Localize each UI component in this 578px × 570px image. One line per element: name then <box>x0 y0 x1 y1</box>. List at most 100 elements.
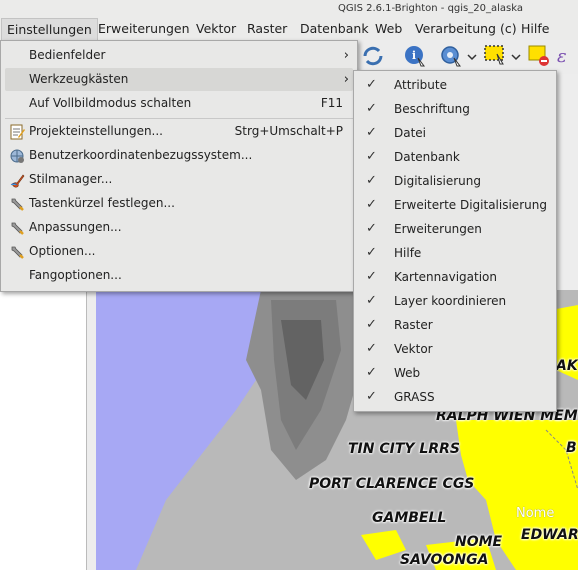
window-title: QGIS 2.6.1-Brighton - qgis_20_alaska <box>338 3 523 14</box>
checkmark-icon: ✓ <box>366 293 377 308</box>
menu-item-stilmanager[interactable]: Stilmanager... <box>5 168 353 191</box>
menu-item-optionen[interactable]: Optionen... <box>5 240 353 263</box>
map-label-tin-city: TIN CITY LRRS <box>348 441 460 457</box>
select-features-icon[interactable] <box>483 44 507 68</box>
menu-item-label: Stilmanager... <box>29 172 113 186</box>
menu-item-label: Fangoptionen... <box>29 268 122 282</box>
map-label-nome: NOME <box>455 534 503 550</box>
checkmark-icon: ✓ <box>366 173 377 188</box>
toolbox-item-label: Erweiterte Digitalisierung <box>394 198 547 212</box>
checkmark-icon: ✓ <box>366 389 377 404</box>
refresh-icon[interactable] <box>361 44 385 68</box>
toolbox-item-label: Attribute <box>394 78 447 92</box>
toolbox-item-attribute[interactable]: ✓ Attribute <box>358 73 552 97</box>
crs-globe-icon <box>10 149 24 163</box>
checkmark-icon: ✓ <box>366 365 377 380</box>
menu-item-anpassungen[interactable]: Anpassungen... <box>5 216 353 239</box>
toolbox-item-label: Datei <box>394 126 427 140</box>
map-label-b: B <box>566 440 577 456</box>
toolbox-item-hilfe[interactable]: ✓ Hilfe <box>358 241 552 265</box>
menu-erweiterungen[interactable]: Erweiterungen <box>93 18 195 40</box>
menu-vektor[interactable]: Vektor <box>191 18 241 40</box>
toolbox-item-label: GRASS <box>394 390 435 404</box>
toolbox-item-vektor[interactable]: ✓ Vektor <box>358 337 552 361</box>
menu-item-fangoptionen[interactable]: Fangoptionen... <box>5 264 353 287</box>
toolbox-item-kartennavigation[interactable]: ✓ Kartennavigation <box>358 265 552 289</box>
toolbox-item-raster[interactable]: ✓ Raster <box>358 313 552 337</box>
menu-item-label: Tastenkürzel festlegen... <box>29 196 175 210</box>
menu-datenbank[interactable]: Datenbank <box>295 18 374 40</box>
submenu-arrow-icon: › <box>343 72 349 87</box>
toolbox-item-label: Hilfe <box>394 246 422 260</box>
menu-item-label: Auf Vollbildmodus schalten <box>29 96 192 110</box>
map-label-savoonga: SAVOONGA <box>400 552 489 568</box>
map-label-gambell: GAMBELL <box>372 510 447 526</box>
checkmark-icon: ✓ <box>366 77 377 92</box>
menu-item-label: Projekteinstellungen... <box>29 124 163 138</box>
svg-text:ε: ε <box>557 46 567 67</box>
menu-item-fullscreen[interactable]: Auf Vollbildmodus schalten F11 <box>5 92 353 115</box>
menu-item-label: Benutzerkoordinatenbezugssystem... <box>29 148 253 162</box>
chevron-down-icon[interactable] <box>511 52 521 62</box>
checkmark-icon: ✓ <box>366 221 377 236</box>
menu-item-label: Bedienfelder <box>29 48 106 62</box>
menu-verarbeitung[interactable]: Verarbeitung (c) <box>410 18 522 40</box>
checkmark-icon: ✓ <box>366 125 377 140</box>
checkmark-icon: ✓ <box>366 269 377 284</box>
toolbox-item-label: Vektor <box>394 342 433 356</box>
title-bar: QGIS 2.6.1-Brighton - qgis_20_alaska <box>0 0 578 18</box>
wrench-icon <box>11 198 24 211</box>
menu-item-label: Optionen... <box>29 244 96 258</box>
identify-icon[interactable]: i <box>403 44 427 68</box>
menu-web[interactable]: Web <box>370 18 407 40</box>
wrench-icon <box>11 222 24 235</box>
menu-item-tastenkuerzel[interactable]: Tastenkürzel festlegen... <box>5 192 353 215</box>
submenu-arrow-icon: › <box>343 48 349 63</box>
chevron-down-icon[interactable] <box>467 52 477 62</box>
menu-item-werkzeugkaesten[interactable]: Werkzeugkästen › <box>5 68 353 91</box>
toolbox-item-layer-koordinieren[interactable]: ✓ Layer koordinieren <box>358 289 552 313</box>
toolbox-item-label: Kartennavigation <box>394 270 497 284</box>
menu-item-bedienfelder[interactable]: Bedienfelder › <box>5 44 353 67</box>
toolbox-item-datenbank[interactable]: ✓ Datenbank <box>358 145 552 169</box>
toolbox-item-web[interactable]: ✓ Web <box>358 361 552 385</box>
menu-raster[interactable]: Raster <box>242 18 292 40</box>
menu-item-benutzer-crs[interactable]: Benutzerkoordinatenbezugssystem... <box>5 144 353 167</box>
toolbox-item-label: Beschriftung <box>394 102 470 116</box>
toolbox-item-label: Raster <box>394 318 433 332</box>
settings-menu: Bedienfelder › Werkzeugkästen › Auf Voll… <box>0 40 358 292</box>
toolbox-item-erweiterte-digitalisierung[interactable]: ✓ Erweiterte Digitalisierung <box>358 193 552 217</box>
map-label-nome-city: Nome <box>516 506 555 521</box>
menu-item-label: Anpassungen... <box>29 220 122 234</box>
action-gear-icon[interactable] <box>439 44 463 68</box>
toolbox-item-label: Erweiterungen <box>394 222 482 236</box>
menu-hilfe[interactable]: Hilfe <box>516 18 554 40</box>
menu-einstellungen[interactable]: Einstellungen <box>1 18 98 40</box>
toolbox-item-label: Digitalisierung <box>394 174 481 188</box>
toolbox-item-grass[interactable]: ✓ GRASS <box>358 385 552 409</box>
checkmark-icon: ✓ <box>366 197 377 212</box>
menu-item-shortcut: Strg+Umschalt+P <box>234 124 343 138</box>
checkmark-icon: ✓ <box>366 101 377 116</box>
menu-bar: Einstellungen Erweiterungen Vektor Raste… <box>0 18 578 40</box>
paintbrush-icon <box>10 174 25 188</box>
toolbox-item-beschriftung[interactable]: ✓ Beschriftung <box>358 97 552 121</box>
toolbox-item-digitalisierung[interactable]: ✓ Digitalisierung <box>358 169 552 193</box>
expression-icon[interactable]: ε <box>555 44 578 68</box>
checkmark-icon: ✓ <box>366 317 377 332</box>
checkmark-icon: ✓ <box>366 341 377 356</box>
document-edit-icon <box>10 124 25 140</box>
toolbox-item-datei[interactable]: ✓ Datei <box>358 121 552 145</box>
map-label-edward: EDWAR <box>521 527 578 543</box>
toolbox-item-label: Layer koordinieren <box>394 294 507 308</box>
svg-text:i: i <box>412 49 416 62</box>
toolbox-submenu: ✓ Attribute ✓ Beschriftung ✓ Datei ✓ Dat… <box>353 70 557 412</box>
toolbar: i ε <box>355 40 578 74</box>
deselect-features-icon[interactable] <box>527 44 551 68</box>
menu-item-projekteinstellungen[interactable]: Projekteinstellungen... Strg+Umschalt+P <box>5 120 353 143</box>
toolbox-item-label: Datenbank <box>394 150 460 164</box>
toolbox-item-label: Web <box>394 366 421 380</box>
toolbox-item-erweiterungen[interactable]: ✓ Erweiterungen <box>358 217 552 241</box>
map-label-port-clarence: PORT CLARENCE CGS <box>309 476 475 492</box>
checkmark-icon: ✓ <box>366 245 377 260</box>
